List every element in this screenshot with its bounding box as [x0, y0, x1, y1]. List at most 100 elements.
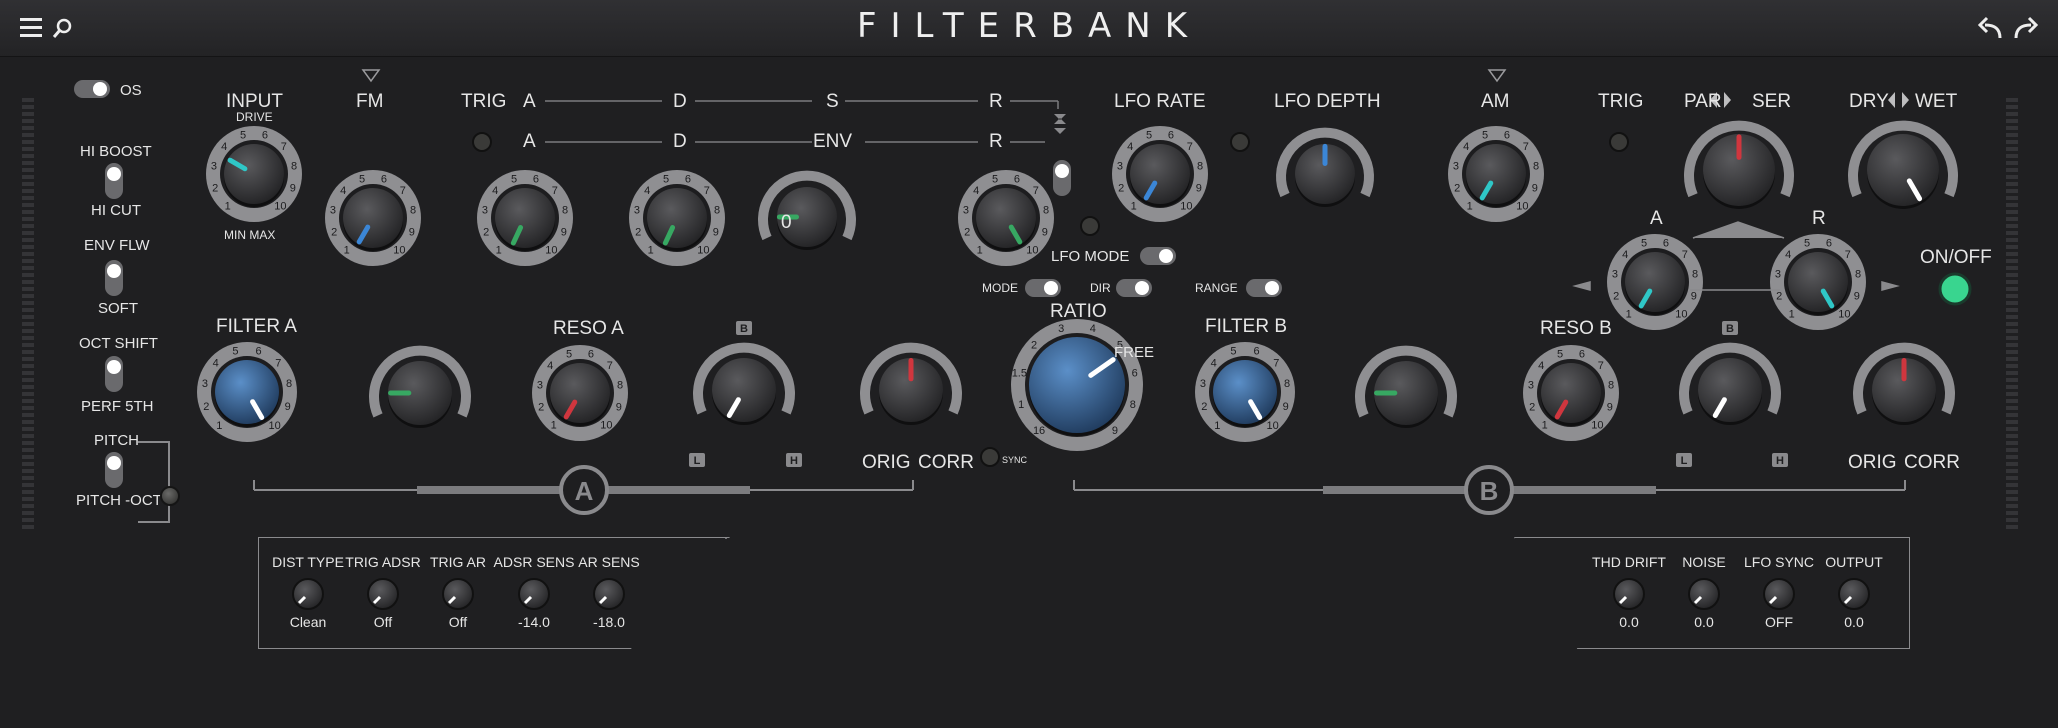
slope-label: H	[790, 455, 798, 467]
mode-toggle[interactable]	[1025, 279, 1061, 297]
am-knob-tick-label: 5	[1482, 130, 1488, 142]
sync-led[interactable]	[980, 447, 1000, 467]
trig-a-knob-tick-label: 3	[482, 204, 488, 216]
section-a-letter: A	[575, 476, 594, 506]
reso-a-knob[interactable]: 12345 678910	[532, 345, 628, 441]
drive-label: DRIVE	[236, 110, 273, 124]
filter-a-slope-knob[interactable]	[693, 342, 795, 425]
fm-knob-tick-label: 10	[393, 244, 405, 256]
dry-wet-knob[interactable]	[1848, 120, 1958, 209]
fm-knob-tick-label: 5	[359, 174, 365, 186]
reso-a-knob-tick-label: 4	[547, 360, 553, 372]
ar-a-knob-tick-label: 1	[1626, 308, 1632, 320]
ar-r-knob-tick-label: 3	[1775, 268, 1781, 280]
am-knob[interactable]: 12345 678910	[1448, 126, 1544, 222]
reso-a-knob-tick-label: 1	[551, 419, 557, 431]
lfo-rate-knob[interactable]: 12345 678910	[1112, 126, 1208, 222]
fm-knob[interactable]: 12345 678910	[325, 170, 421, 266]
reso-b-knob-tick-label: 6	[1579, 349, 1585, 361]
section-b-letter: B	[1480, 476, 1499, 506]
filter-b-offset-knob[interactable]	[1355, 345, 1457, 428]
fm-knob-tick-label: 6	[381, 174, 387, 186]
ar-r-knob-tick-label: 1	[1789, 308, 1795, 320]
adsr-d-label: D	[673, 91, 687, 112]
filter-a-knob-tick-label: 10	[269, 420, 281, 432]
ratio-knob[interactable]: 1611.523 45689	[1011, 319, 1143, 451]
filter-a-offset-knob[interactable]	[369, 345, 471, 428]
reso-a-knob-tick-label: 9	[616, 401, 622, 413]
trig-a-knob-tick-label: 6	[533, 174, 539, 186]
lfo-mode-toggle[interactable]	[1140, 247, 1176, 265]
env-r-knob-tick-label: 2	[964, 226, 970, 238]
reso-a-knob-tick-label: 6	[588, 349, 594, 361]
reso-b-label: RESO B	[1540, 318, 1612, 339]
ratio-knob-tick-label: 4	[1090, 323, 1096, 335]
filter-b-slope-knob[interactable]	[1679, 342, 1781, 425]
trig-a-knob-tick-label: 10	[545, 244, 557, 256]
input-drive-knob-tick-label: 3	[211, 160, 217, 172]
orig-label: ORIG	[862, 452, 911, 473]
lfo-rate-knob-tick-label: 1	[1131, 200, 1137, 212]
range-toggle[interactable]	[1246, 279, 1282, 297]
trig-d-knob-tick-label: 8	[714, 204, 720, 216]
lfo-depth-label: LFO DEPTH	[1274, 91, 1381, 112]
range-label: RANGE	[1195, 281, 1238, 295]
trig-a-knob-tick-label: 2	[483, 226, 489, 238]
env-d-label: D	[673, 131, 687, 152]
dir-toggle[interactable]	[1116, 279, 1152, 297]
filter-b-knob-tick-label: 6	[1253, 346, 1259, 358]
par-ser-knob[interactable]	[1684, 120, 1794, 209]
trig-a-knob-tick-label: 4	[492, 185, 498, 197]
lfo-rate-knob-tick-label: 8	[1197, 160, 1203, 172]
env-amount-knob[interactable]	[758, 170, 856, 250]
orig-corr-b-knob[interactable]	[1853, 342, 1955, 425]
env-r-knob-cap	[976, 188, 1036, 248]
reso-b-knob-tick-label: 4	[1538, 360, 1544, 372]
filter-a-knob-tick-label: 5	[232, 346, 238, 358]
dir-label: DIR	[1090, 281, 1111, 295]
input-drive-knob[interactable]: 12345 678910	[206, 126, 302, 222]
env-r-label: R	[989, 131, 1003, 152]
trig-d-knob-tick-label: 6	[685, 174, 691, 186]
reso-a-knob-tick-label: 2	[538, 401, 544, 413]
lfo-rate-knob-cap	[1130, 144, 1190, 204]
input-drive-knob-tick-label: 4	[221, 141, 227, 153]
fm-knob-tick-label: 1	[344, 244, 350, 256]
on-off-led-button[interactable]	[1938, 272, 1972, 306]
env-a-label: A	[523, 131, 536, 152]
filter-b-knob[interactable]: 12345 678910	[1195, 342, 1295, 442]
trig-d-knob-tick-label: 3	[634, 204, 640, 216]
filter-a-knob[interactable]: 12345 678910	[197, 342, 297, 442]
filter-a-knob-tick-label: 6	[255, 346, 261, 358]
par-label: PAR	[1684, 91, 1722, 112]
trig-a-knob-tick-label: 9	[561, 226, 567, 238]
reso-b-knob[interactable]: 12345 678910	[1523, 345, 1619, 441]
fm-knob-tick-label: 9	[409, 226, 415, 238]
input-drive-knob-tick-label: 1	[225, 200, 231, 212]
env-zero-label: 0	[781, 212, 792, 233]
trig-a-knob[interactable]: 12345 678910	[477, 170, 573, 266]
ar-r-knob[interactable]: 12345 678910	[1770, 234, 1866, 330]
fm-knob-tick-label: 3	[330, 204, 336, 216]
env-r-knob[interactable]: 12345 678910	[958, 170, 1054, 266]
input-drive-knob-tick-label: 5	[240, 130, 246, 142]
ratio-knob-tick-label: 16	[1033, 425, 1045, 437]
ratio-knob-tick-label: 1.5	[1012, 368, 1027, 380]
lfo-rate-knob-tick-label: 4	[1127, 141, 1133, 153]
filter-b-knob-tick-label: 4	[1211, 357, 1217, 369]
ar-a-knob[interactable]: 12345 678910	[1607, 234, 1703, 330]
orig-corr-a-knob[interactable]	[860, 342, 962, 425]
lfo-depth-knob[interactable]	[1276, 127, 1374, 207]
dry-wet-knob-cap	[1867, 134, 1939, 206]
lfo-rate-label: LFO RATE	[1114, 91, 1206, 112]
am-knob-tick-label: 9	[1532, 182, 1538, 194]
sync-label: SYNC	[1002, 455, 1028, 465]
am-knob-tick-label: 3	[1453, 160, 1459, 172]
ar-a-knob-tick-label: 6	[1663, 238, 1669, 250]
filter-a-knob-tick-label: 9	[285, 401, 291, 413]
trig-d-knob[interactable]: 12345 678910	[629, 170, 725, 266]
env-polarity-toggle[interactable]	[1053, 160, 1071, 196]
reso-b-knob-tick-label: 9	[1607, 401, 1613, 413]
input-drive-knob-tick-label: 7	[281, 141, 287, 153]
fm-knob-tick-label: 4	[340, 185, 346, 197]
